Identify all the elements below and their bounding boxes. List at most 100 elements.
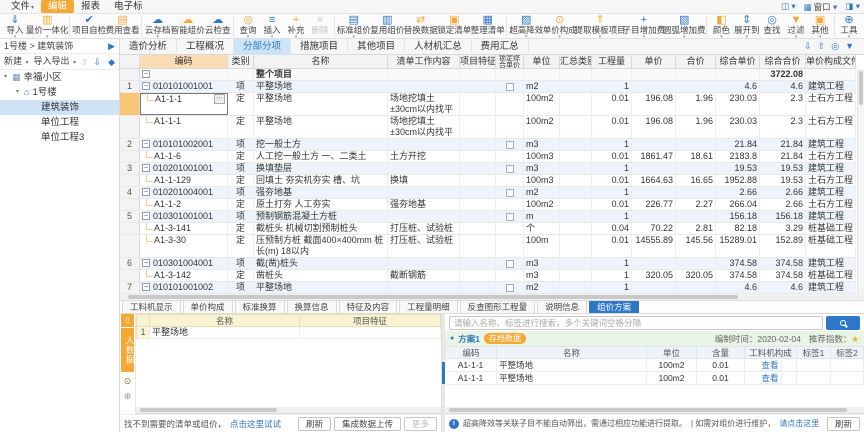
tree-item[interactable]: ▾ ⌂ 1号楼 bbox=[0, 85, 119, 100]
toolbar-button[interactable]: ☁ 云检查 bbox=[204, 14, 231, 39]
collapse-icon[interactable]: − bbox=[142, 140, 150, 148]
collapse-icon[interactable]: − bbox=[142, 283, 150, 291]
toolbar-button[interactable]: ≡ 插入 ▾ bbox=[260, 14, 284, 39]
toolbar-button[interactable]: ◎ 查找 bbox=[760, 14, 784, 39]
detail-tab[interactable]: 标准换算 bbox=[235, 300, 285, 313]
refresh-button[interactable]: 刷新 bbox=[827, 417, 860, 431]
collapse-icon[interactable]: − bbox=[142, 212, 150, 220]
collapse-icon[interactable]: − bbox=[142, 82, 150, 90]
col-unit[interactable]: 单位 bbox=[647, 346, 697, 359]
tree-item[interactable]: 单位工程 bbox=[0, 115, 119, 130]
toolbar-button[interactable]: ▦ 整理清单 bbox=[471, 14, 504, 39]
more-button[interactable]: 更多 bbox=[404, 417, 437, 431]
globe-icon[interactable]: ⊕ bbox=[124, 391, 132, 402]
col-code[interactable]: 编码 bbox=[445, 346, 497, 359]
code-cell[interactable]: −010301004001 bbox=[140, 258, 228, 269]
col-comp-amount[interactable]: 综合合价 bbox=[760, 55, 806, 69]
code-cell[interactable]: A1-3-141 bbox=[140, 223, 228, 234]
scroll-up-icon[interactable]: ⇧ bbox=[818, 41, 826, 52]
detail-tab[interactable]: 工料机显示 bbox=[122, 300, 181, 313]
sheet-tab[interactable]: 措施项目 bbox=[291, 39, 348, 55]
sheet-tab[interactable]: 造价分析 bbox=[120, 39, 177, 55]
sheet-tab[interactable]: 其他项目 bbox=[348, 39, 405, 55]
code-cell[interactable]: A1-1-6 bbox=[140, 151, 228, 162]
code-cell[interactable]: −010201001001 bbox=[140, 163, 228, 174]
move-down-icon[interactable]: ⇩ bbox=[94, 54, 102, 70]
view-link[interactable]: 查看 bbox=[759, 373, 781, 384]
detail-tab[interactable]: 反查图形工程量 bbox=[460, 300, 536, 313]
col-code[interactable]: 编码 bbox=[140, 55, 228, 69]
toolbar-button[interactable] bbox=[706, 16, 707, 37]
scheme-tab[interactable]: 方案1 bbox=[458, 333, 480, 345]
detail-tab[interactable]: 特征及内容 bbox=[339, 300, 398, 313]
detail-tab[interactable]: 说明信息 bbox=[537, 300, 587, 313]
col-comp-price[interactable]: 综合单价 bbox=[716, 55, 760, 69]
toolbar-button[interactable]: ⇕ 展开到 ▾ bbox=[733, 14, 760, 39]
view-link[interactable]: 查看 bbox=[759, 360, 781, 371]
detail-tab[interactable]: 单价构成 bbox=[183, 300, 233, 313]
try-here-link[interactable]: 点击这里试试 bbox=[230, 418, 281, 430]
toolbar-button[interactable]: ▤ 费用查看 bbox=[106, 14, 139, 39]
table-row[interactable]: A1-1-129 定 回填土 夯实机夯实 槽、坑 换填 100m3 0.01 1… bbox=[120, 175, 856, 187]
tree-item[interactable]: 建筑装饰 bbox=[0, 100, 119, 115]
table-row[interactable]: 4 −010201004001 项 强夯地基 m2 1 2.66 2.66 bbox=[120, 187, 856, 199]
col-type[interactable]: 类别 bbox=[228, 55, 254, 69]
toolbar-button[interactable]: ▧ 圆弧增加费 ▾ bbox=[664, 14, 704, 39]
maintain-link[interactable]: 请点击这里 bbox=[779, 418, 819, 429]
pin-icon[interactable]: ◆ bbox=[108, 54, 115, 70]
table-row[interactable]: A1-3-141 定 截桩头 机械切割预制桩头 打压桩、试验桩 个 0.04 7… bbox=[120, 223, 856, 235]
code-cell[interactable]: A1-1-1 bbox=[140, 116, 228, 138]
toolbar-button[interactable]: ▥ 量价一体化 ▾ bbox=[27, 14, 67, 39]
toolbar-button[interactable]: ▣ 其他 ▾ bbox=[808, 14, 832, 39]
collapse-icon[interactable]: − bbox=[142, 259, 150, 267]
code-cell[interactable]: A1-1-1⋯ bbox=[140, 93, 228, 115]
collapse-icon[interactable]: − bbox=[142, 70, 150, 78]
tree-caret-icon[interactable]: ▾ bbox=[16, 85, 24, 100]
toolbar-button[interactable]: ▼ 过滤 ▾ bbox=[784, 14, 808, 39]
sheet-tab[interactable]: 工程概况 bbox=[177, 39, 234, 55]
toolbar-button[interactable]: ▥ 复用组价 bbox=[371, 14, 404, 39]
toolbar-button[interactable]: ⇑ 提取模板项目 ▾ bbox=[576, 14, 623, 39]
menu-report[interactable]: 报表 bbox=[74, 0, 107, 13]
scroll-down-icon[interactable]: ⇩ bbox=[804, 41, 812, 52]
detail-tab[interactable]: 组价方案 bbox=[589, 300, 639, 313]
lock-checkbox[interactable] bbox=[506, 284, 514, 292]
toolbar-button[interactable]: ⇄ 替换数据 bbox=[404, 14, 437, 39]
history-icon[interactable]: ⊙ bbox=[124, 376, 132, 387]
col-feature[interactable]: 项目特征 bbox=[300, 314, 441, 327]
refresh-button[interactable]: 刷新 bbox=[298, 417, 331, 431]
table-row[interactable]: A1-1-2 定 原土打夯 人工夯实 强夯地基 100m2 0.01 226.7… bbox=[120, 199, 856, 211]
table-row[interactable]: 2 −010101002001 项 挖一般土方 m3 1 21.84 21. bbox=[120, 139, 856, 151]
table-row[interactable]: A1-3-30 定 压预制方桩 截面400×400mm 桩长(m) 18以内 打… bbox=[120, 235, 856, 258]
list-item[interactable]: 1 平整场地 bbox=[136, 327, 441, 339]
toolbar-button[interactable]: ☁ 智能组价 bbox=[171, 14, 204, 39]
table-row[interactable]: A1-1-1 平整场地 100m2 0.01 查看 bbox=[445, 359, 864, 372]
col-unit-price[interactable]: 单价 bbox=[632, 55, 676, 69]
table-row[interactable]: 6 −010301004001 项 截(凿)桩头 m3 1 374.58 3 bbox=[120, 258, 856, 270]
col-tag2[interactable]: 标签2 bbox=[831, 346, 864, 359]
tree-item[interactable]: ▾ ▦ 幸福小区 bbox=[0, 70, 119, 85]
col-unit[interactable]: 单位 bbox=[524, 55, 560, 69]
toolbar-button[interactable]: ⇓ 导入 ▾ bbox=[3, 14, 27, 39]
collapse-icon[interactable]: − bbox=[142, 164, 150, 172]
tree-item[interactable]: 单位工程3 bbox=[0, 130, 119, 145]
personal-data-tab[interactable]: 人数据 bbox=[121, 328, 134, 372]
locate-icon[interactable]: ◎ bbox=[831, 41, 839, 52]
tree-caret-icon[interactable]: ▾ bbox=[4, 70, 12, 85]
col-category[interactable]: 汇总类别 bbox=[560, 55, 592, 69]
menu-edit[interactable]: 编辑 bbox=[41, 0, 74, 13]
toolbar-button[interactable]: ⊙ 单价构成 ▾ bbox=[543, 14, 576, 39]
lock-checkbox[interactable] bbox=[506, 260, 514, 268]
panel-splitter[interactable] bbox=[442, 314, 445, 432]
code-cell[interactable]: A1-1-129 bbox=[140, 175, 228, 186]
col-quantity[interactable]: 含量 bbox=[697, 346, 745, 359]
toolbar-button[interactable]: ▣ 锁定清单 bbox=[438, 14, 471, 39]
code-cell[interactable]: − bbox=[140, 69, 228, 80]
detail-tab[interactable]: 换算信息 bbox=[287, 300, 337, 313]
toolbar-button[interactable] bbox=[334, 16, 335, 37]
col-lock-price[interactable]: 锁定综合单价 bbox=[496, 55, 524, 69]
detail-tab[interactable]: 工程量明细 bbox=[399, 300, 458, 313]
sheet-tab[interactable]: 人材机汇总 bbox=[405, 39, 472, 55]
lock-checkbox[interactable] bbox=[506, 83, 514, 91]
col-price-file[interactable]: 单价构成文件 bbox=[806, 55, 856, 69]
